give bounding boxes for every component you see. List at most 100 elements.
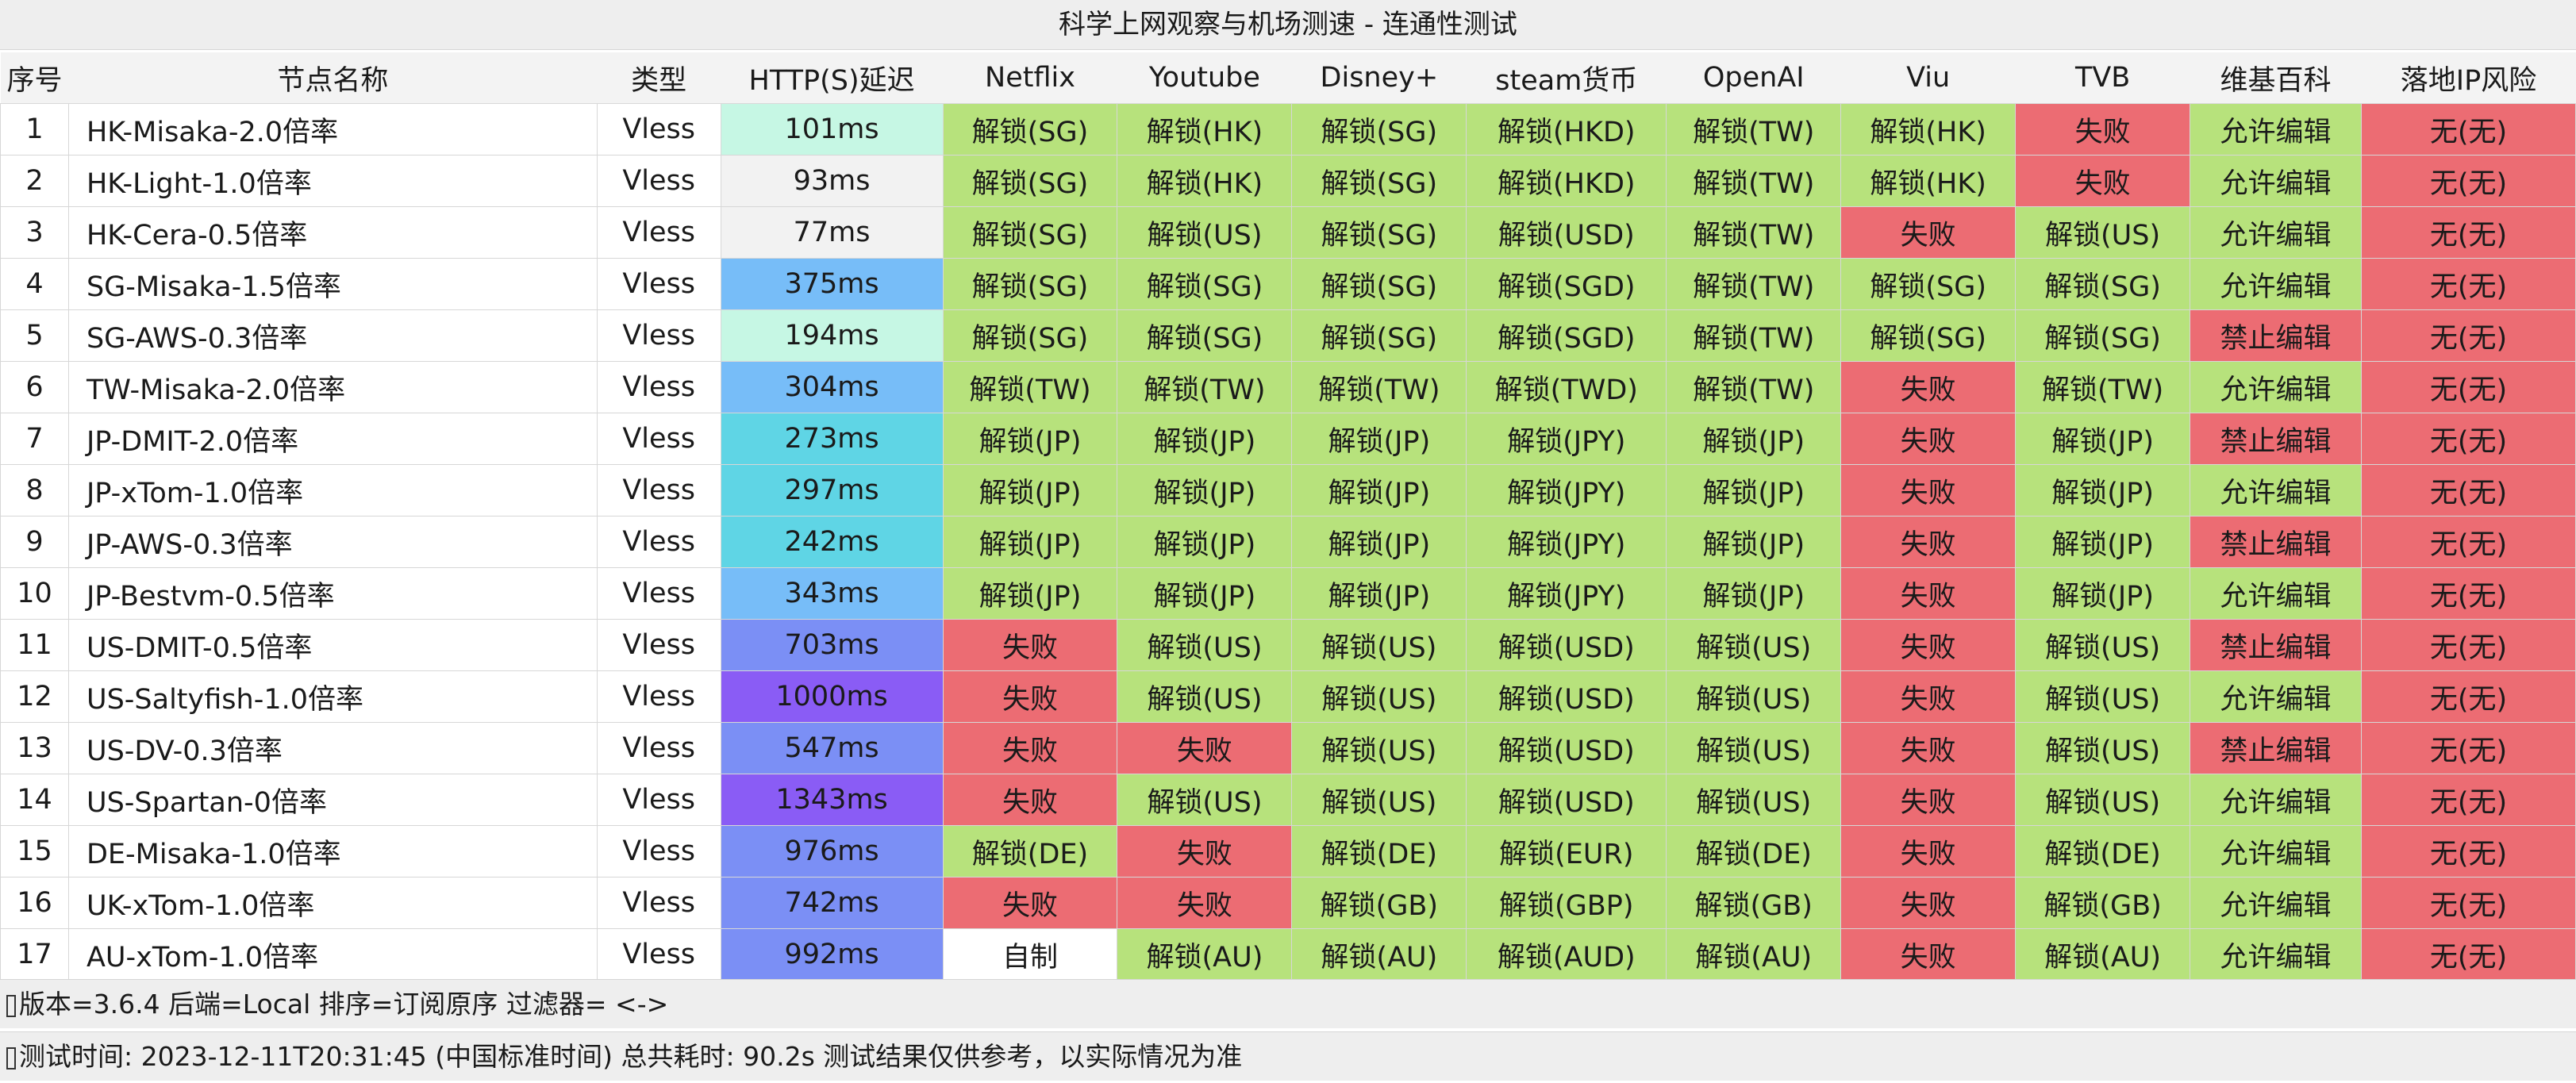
wiki-cell: 允许编辑 bbox=[2190, 774, 2363, 826]
youtube-cell: 解锁(SG) bbox=[1117, 258, 1293, 310]
netflix-cell: 解锁(TW) bbox=[942, 361, 1118, 413]
column-header: 节点名称 bbox=[68, 52, 598, 104]
disney-cell: 解锁(US) bbox=[1291, 722, 1467, 774]
missing-glyph-icon bbox=[6, 994, 16, 1017]
steam-cell: 解锁(USD) bbox=[1466, 206, 1667, 259]
steam-cell: 解锁(SGD) bbox=[1466, 258, 1667, 310]
netflix-cell: 解锁(JP) bbox=[942, 464, 1118, 517]
netflix-cell: 解锁(SG) bbox=[942, 206, 1118, 259]
table-header-row: 序号 节点名称 类型 HTTP(S)延迟 Netflix Youtube Disney+ st… bbox=[0, 52, 2576, 104]
delay-cell: 194ms bbox=[720, 309, 944, 362]
steam-cell: 解锁(USD) bbox=[1466, 722, 1667, 774]
wiki-cell: 禁止编辑 bbox=[2190, 309, 2363, 362]
row-index: 4 bbox=[0, 258, 69, 310]
delay-cell: 242ms bbox=[720, 516, 944, 568]
column-header: HTTP(S)延迟 bbox=[721, 52, 944, 104]
netflix-cell: 解锁(SG) bbox=[942, 258, 1118, 310]
ip-risk-cell: 无(无) bbox=[2361, 877, 2576, 929]
node-name: JP-xTom-1.0倍率 bbox=[67, 464, 598, 517]
netflix-cell: 解锁(JP) bbox=[942, 567, 1118, 620]
delay-cell: 273ms bbox=[720, 413, 944, 465]
row-index: 12 bbox=[0, 670, 69, 723]
viu-cell: 失败 bbox=[1840, 361, 2017, 413]
column-header: 序号 bbox=[0, 52, 69, 104]
wiki-cell: 允许编辑 bbox=[2190, 464, 2363, 517]
disney-cell: 解锁(JP) bbox=[1291, 516, 1467, 568]
column-header: 类型 bbox=[597, 52, 721, 104]
viu-cell: 失败 bbox=[1840, 670, 2017, 723]
netflix-cell: 自制 bbox=[942, 928, 1118, 981]
table-row: 2 HK-Light-1.0倍率 Vless 93ms 解锁(SG) 解锁(HK) 解锁(S… bbox=[0, 155, 2576, 207]
disney-cell: 解锁(SG) bbox=[1291, 206, 1467, 259]
openai-cell: 解锁(TW) bbox=[1666, 103, 1842, 156]
results-table: 序号 节点名称 类型 HTTP(S)延迟 Netflix Youtube Disney+ st… bbox=[0, 52, 2576, 981]
row-index: 3 bbox=[0, 206, 69, 259]
youtube-cell: 解锁(US) bbox=[1117, 206, 1293, 259]
node-name: US-DV-0.3倍率 bbox=[67, 722, 598, 774]
disney-cell: 解锁(JP) bbox=[1291, 464, 1467, 517]
ip-risk-cell: 无(无) bbox=[2361, 464, 2576, 517]
row-index: 10 bbox=[0, 567, 69, 620]
node-type: Vless bbox=[596, 567, 721, 620]
node-type: Vless bbox=[596, 258, 721, 310]
table-row: 11 US-DMIT-0.5倍率 Vless 703ms 失败 解锁(US) 解锁(US) 解… bbox=[0, 619, 2576, 671]
wiki-cell: 允许编辑 bbox=[2190, 670, 2363, 723]
tvb-cell: 解锁(US) bbox=[2015, 206, 2191, 259]
row-index: 14 bbox=[0, 774, 69, 826]
steam-cell: 解锁(JPY) bbox=[1466, 413, 1667, 465]
window-title: 科学上网观察与机场测速 - 连通性测试 bbox=[0, 0, 2576, 50]
table-row: 9 JP-AWS-0.3倍率 Vless 242ms 解锁(JP) 解锁(JP) 解锁(JP… bbox=[0, 516, 2576, 568]
viu-cell: 解锁(SG) bbox=[1840, 309, 2017, 362]
node-name: JP-DMIT-2.0倍率 bbox=[67, 413, 598, 465]
youtube-cell: 解锁(SG) bbox=[1117, 309, 1293, 362]
netflix-cell: 失败 bbox=[942, 670, 1118, 723]
row-index: 2 bbox=[0, 155, 69, 207]
openai-cell: 解锁(GB) bbox=[1666, 877, 1842, 929]
openai-cell: 解锁(US) bbox=[1666, 670, 1842, 723]
node-name: JP-AWS-0.3倍率 bbox=[67, 516, 598, 568]
column-header: Disney+ bbox=[1291, 52, 1467, 104]
footer-timing: 测试时间: 2023-12-11T20:31:45 (中国标准时间) 总共耗时:… bbox=[0, 1031, 2576, 1081]
ip-risk-cell: 无(无) bbox=[2361, 413, 2576, 465]
delay-cell: 703ms bbox=[720, 619, 944, 671]
openai-cell: 解锁(TW) bbox=[1666, 206, 1842, 259]
node-type: Vless bbox=[596, 722, 721, 774]
netflix-cell: 解锁(SG) bbox=[942, 103, 1118, 156]
openai-cell: 解锁(TW) bbox=[1666, 155, 1842, 207]
netflix-cell: 解锁(JP) bbox=[942, 413, 1118, 465]
column-header: 维基百科 bbox=[2190, 52, 2362, 104]
youtube-cell: 解锁(HK) bbox=[1117, 155, 1293, 207]
steam-cell: 解锁(JPY) bbox=[1466, 516, 1667, 568]
ip-risk-cell: 无(无) bbox=[2361, 361, 2576, 413]
delay-cell: 77ms bbox=[720, 206, 944, 259]
tvb-cell: 解锁(TW) bbox=[2015, 361, 2191, 413]
node-type: Vless bbox=[596, 619, 721, 671]
node-type: Vless bbox=[596, 928, 721, 981]
ip-risk-cell: 无(无) bbox=[2361, 309, 2576, 362]
ip-risk-cell: 无(无) bbox=[2361, 258, 2576, 310]
node-name: SG-Misaka-1.5倍率 bbox=[67, 258, 598, 310]
netflix-cell: 解锁(JP) bbox=[942, 516, 1118, 568]
table-row: 16 UK-xTom-1.0倍率 Vless 742ms 失败 失败 解锁(GB) 解锁(GB… bbox=[0, 877, 2576, 929]
ip-risk-cell: 无(无) bbox=[2361, 928, 2576, 981]
openai-cell: 解锁(AU) bbox=[1666, 928, 1842, 981]
viu-cell: 失败 bbox=[1840, 619, 2017, 671]
table-row: 14 US-Spartan-0倍率 Vless 1343ms 失败 解锁(US) 解锁(US… bbox=[0, 774, 2576, 826]
viu-cell: 失败 bbox=[1840, 722, 2017, 774]
column-header: 落地IP风险 bbox=[2361, 52, 2576, 104]
node-type: Vless bbox=[596, 877, 721, 929]
node-name: UK-xTom-1.0倍率 bbox=[67, 877, 598, 929]
tvb-cell: 解锁(US) bbox=[2015, 670, 2191, 723]
ip-risk-cell: 无(无) bbox=[2361, 825, 2576, 878]
steam-cell: 解锁(USD) bbox=[1466, 670, 1667, 723]
tvb-cell: 解锁(US) bbox=[2015, 619, 2191, 671]
node-name: HK-Cera-0.5倍率 bbox=[67, 206, 598, 259]
row-index: 8 bbox=[0, 464, 69, 517]
tvb-cell: 解锁(GB) bbox=[2015, 877, 2191, 929]
footer-timing-text: 测试时间: 2023-12-11T20:31:45 (中国标准时间) 总共耗时:… bbox=[19, 1041, 1243, 1072]
delay-cell: 742ms bbox=[720, 877, 944, 929]
row-index: 1 bbox=[0, 103, 69, 156]
youtube-cell: 解锁(JP) bbox=[1117, 464, 1293, 517]
row-index: 16 bbox=[0, 877, 69, 929]
viu-cell: 失败 bbox=[1840, 877, 2017, 929]
